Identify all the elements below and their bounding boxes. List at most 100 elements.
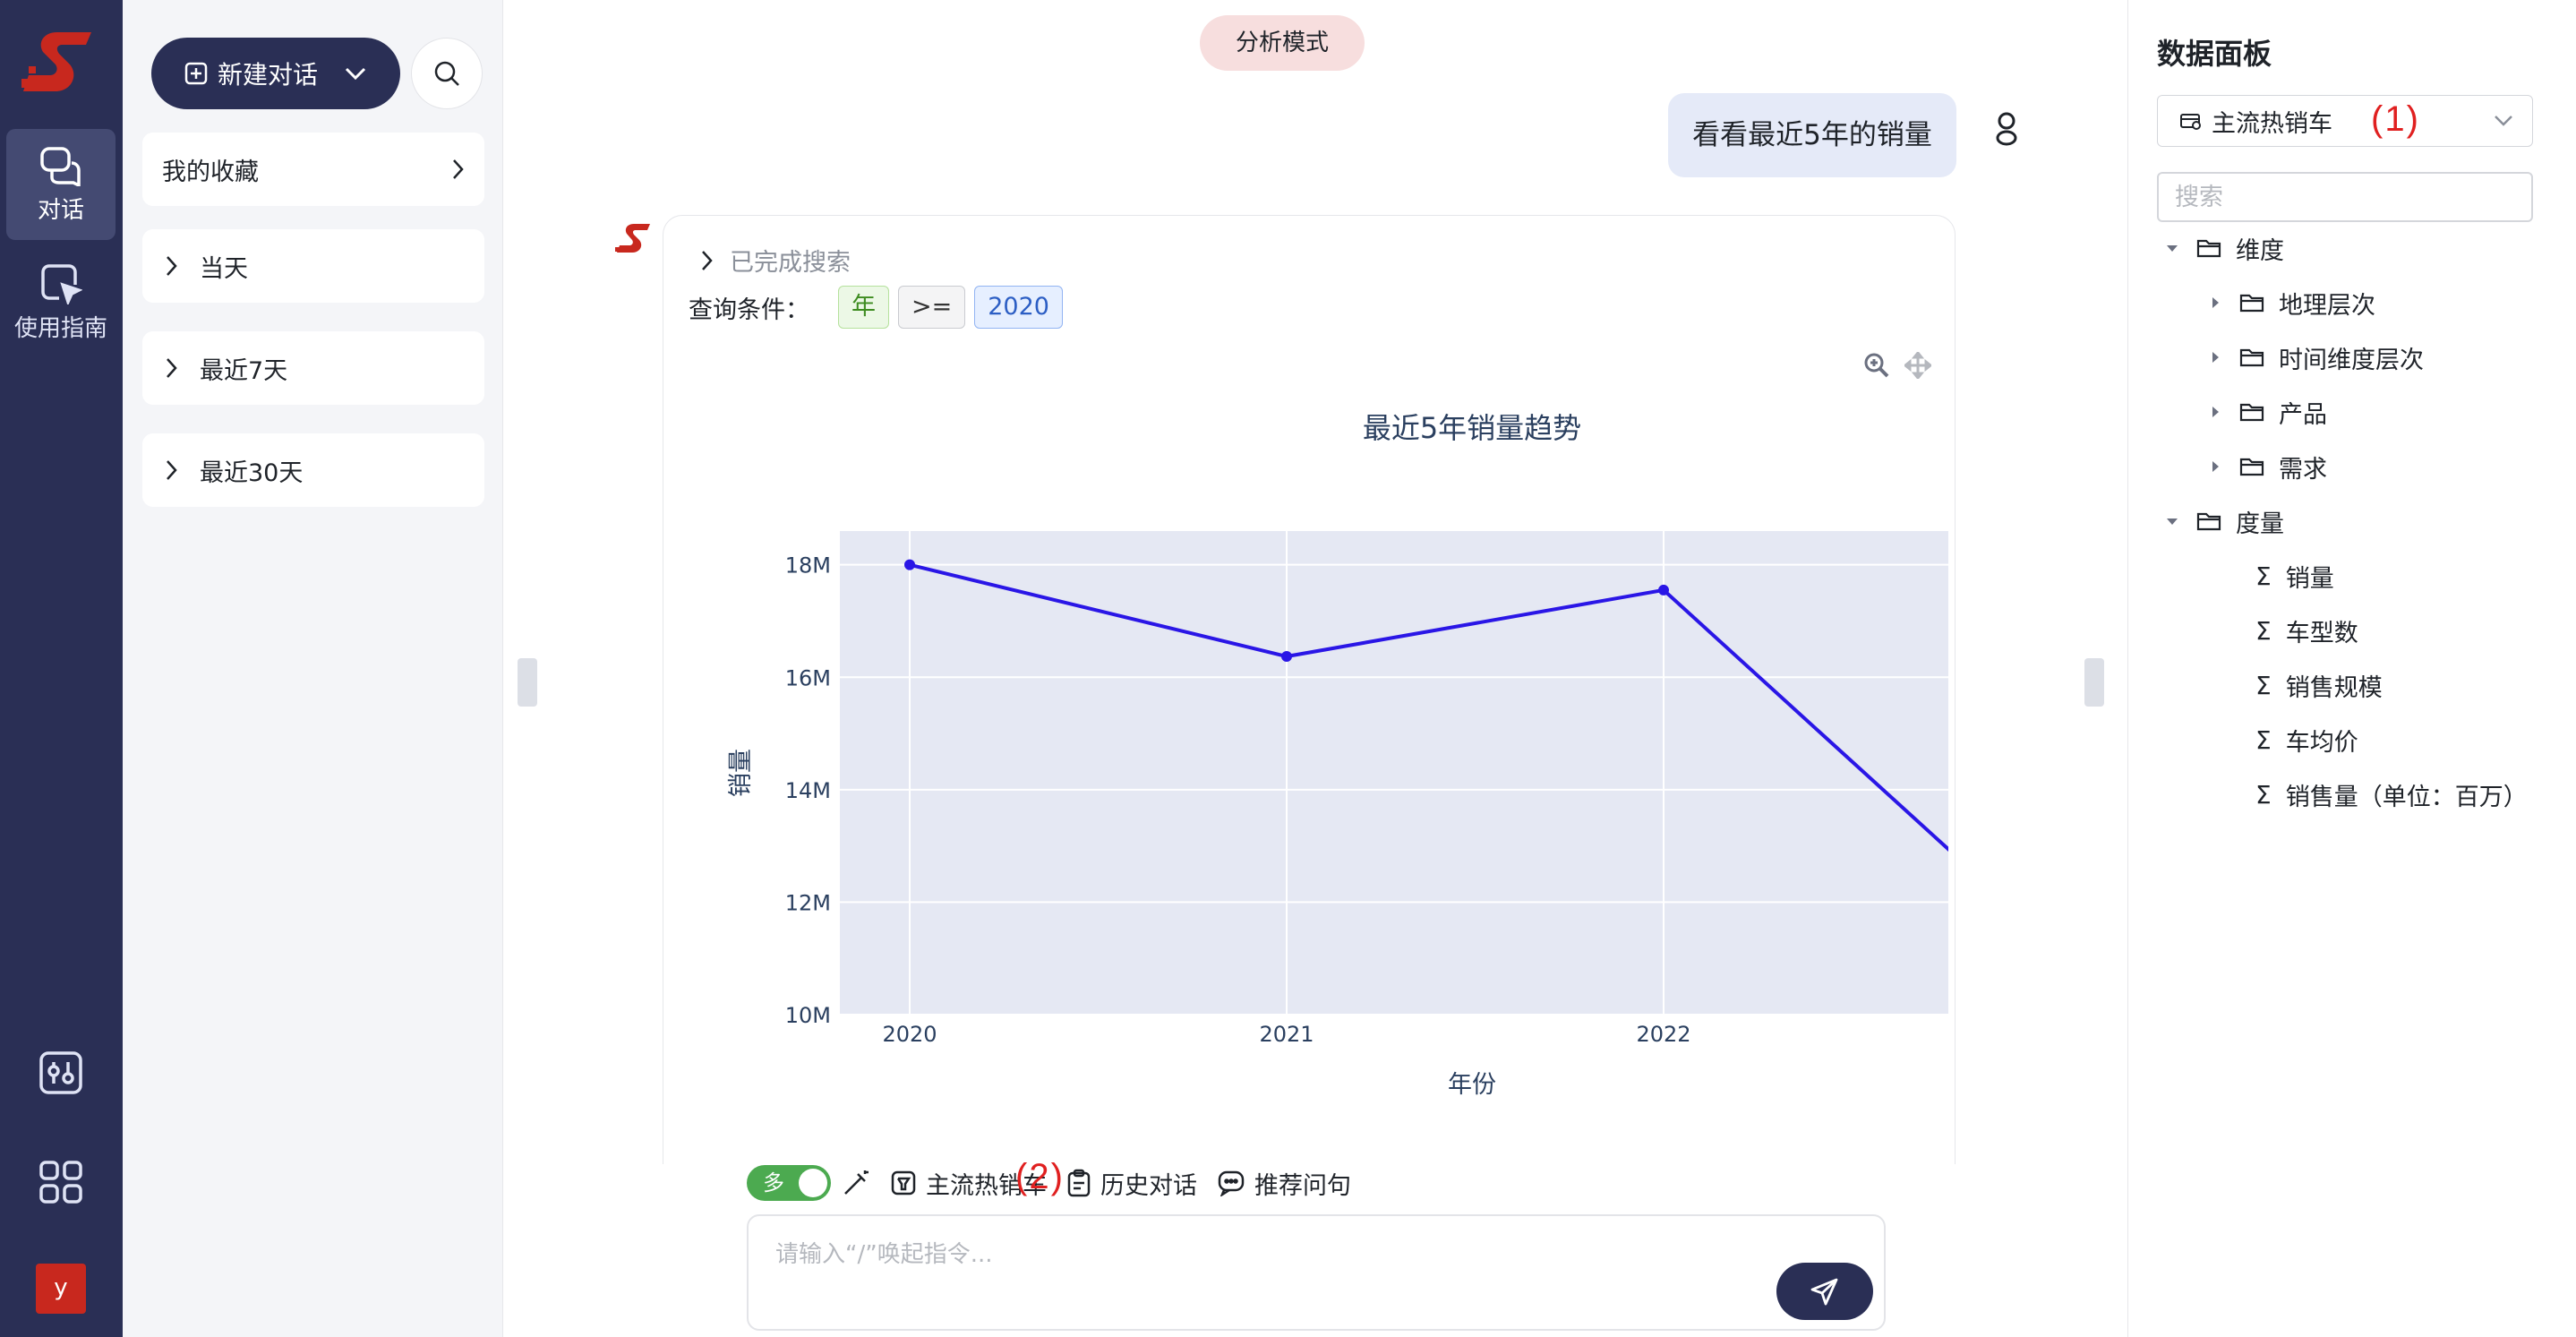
toolbar-history[interactable]: 历史对话	[1066, 1166, 1197, 1201]
search-button[interactable]	[411, 38, 483, 109]
caret-right-icon	[2212, 407, 2219, 417]
favorites-item[interactable]: 我的收藏	[142, 133, 484, 206]
chevron-down-icon	[2495, 116, 2512, 126]
new-chat-label: 新建对话	[217, 60, 318, 90]
toggle-knob	[799, 1169, 827, 1197]
favorites-label: 我的收藏	[162, 158, 259, 186]
chevron-right-icon	[167, 358, 177, 378]
folder-icon	[2196, 512, 2221, 531]
search-status-label: 已完成搜索	[730, 249, 851, 277]
toolbar-item-label: 推荐问句	[1254, 1171, 1351, 1200]
tree-node-dimension[interactable]: 产品	[2207, 394, 2327, 430]
multi-turn-toggle[interactable]: 多	[747, 1165, 831, 1201]
guide-icon	[41, 264, 82, 304]
caret-down-icon	[2167, 519, 2178, 525]
search-icon	[434, 61, 459, 86]
caret-right-icon	[2212, 297, 2219, 308]
query-label: 查询条件：	[689, 296, 809, 324]
tree-node-label: 需求	[2279, 455, 2327, 484]
chevron-right-icon	[453, 159, 464, 179]
tree-node-label: 车型数	[2285, 619, 2358, 647]
tree-node-measures[interactable]: 度量	[2164, 503, 2284, 539]
folder-icon	[2239, 348, 2264, 367]
tree-node-measure[interactable]: Σ 销售规模	[2255, 667, 2383, 703]
history-group-label: 当天	[200, 254, 248, 283]
chart-tools	[1863, 352, 1931, 379]
query-tag-value: 2020	[974, 286, 1063, 329]
panel-title: 数据面板	[2157, 37, 2272, 71]
chat-input[interactable]	[775, 1241, 1671, 1268]
search-status-toggle[interactable]: 已完成搜索	[699, 243, 851, 278]
toggle-label: 多	[763, 1170, 784, 1196]
tree-node-dimension[interactable]: 地理层次	[2207, 285, 2375, 321]
annotation-marker-2: (2)	[1015, 1157, 1065, 1196]
clipboard-icon	[1067, 1169, 1091, 1197]
folder-icon	[2239, 294, 2264, 313]
add-square-icon	[184, 62, 208, 85]
settings-sliders-icon[interactable]	[34, 1046, 88, 1100]
folder-icon	[2239, 458, 2264, 476]
chevron-right-icon	[167, 256, 177, 276]
tree-node-dimensions[interactable]: 维度	[2164, 230, 2284, 266]
answer-card: 已完成搜索 查询条件： 年 >= 2020	[663, 215, 1956, 1164]
nav-item-label: 对话	[37, 197, 84, 224]
sigma-icon: Σ	[2255, 779, 2272, 810]
tree-node-dimension[interactable]: 时间维度层次	[2207, 339, 2424, 375]
annotation-marker-1: (1)	[2371, 99, 2420, 139]
dataset-icon	[2180, 114, 2201, 130]
tree-node-measure[interactable]: Σ 车均价	[2255, 722, 2358, 758]
filter-icon	[891, 1170, 916, 1196]
tree-node-measure[interactable]: Σ 车型数	[2255, 613, 2358, 648]
tree-node-label: 地理层次	[2279, 291, 2375, 320]
caret-right-icon	[2212, 461, 2219, 472]
nav-item-chat[interactable]: 对话	[6, 129, 116, 240]
collapse-sidebar-handle[interactable]	[518, 658, 537, 707]
apps-grid-icon[interactable]	[34, 1155, 88, 1209]
assistant-logo-icon	[615, 224, 650, 253]
pan-icon[interactable]	[1904, 352, 1931, 379]
input-toolbar: 多 主流热销车 (2) 历史对话 推荐问句	[747, 1157, 1351, 1204]
chevron-right-icon	[702, 250, 713, 270]
user-avatar[interactable]: y	[36, 1264, 86, 1314]
nav-item-label: 使用指南	[13, 315, 107, 342]
chevron-down-icon	[345, 67, 366, 81]
query-tag-field: 年	[838, 286, 889, 329]
model-select-value: 主流热销车	[2212, 109, 2332, 138]
new-chat-button[interactable]: 新建对话	[151, 38, 400, 109]
magic-wand-icon[interactable]	[842, 1169, 870, 1197]
tree-node-label: 销量	[2285, 564, 2334, 593]
history-group-today[interactable]: 当天	[142, 229, 484, 303]
toolbar-item-label: 历史对话	[1100, 1171, 1197, 1200]
panel-search-input[interactable]	[2157, 172, 2533, 222]
chat-suggest-icon	[1218, 1170, 1245, 1196]
toolbar-suggestions[interactable]: 推荐问句	[1217, 1166, 1351, 1201]
brand-logo	[21, 32, 91, 91]
nav-item-guide[interactable]: 使用指南	[6, 247, 116, 358]
tree-node-label: 销售量（单位：百万）	[2285, 783, 2528, 811]
chevron-right-icon	[167, 460, 177, 480]
model-select[interactable]: 主流热销车 (1)	[2157, 95, 2533, 147]
history-group-label: 最近7天	[200, 356, 288, 385]
caret-right-icon	[2212, 352, 2219, 363]
sigma-icon: Σ	[2255, 670, 2272, 700]
tree-node-measure[interactable]: Σ 销售量（单位：百万）	[2255, 776, 2542, 812]
history-group-7days[interactable]: 最近7天	[142, 331, 484, 405]
folder-icon	[2239, 403, 2264, 422]
tree-node-dimension[interactable]: 需求	[2207, 449, 2327, 484]
sigma-icon: Σ	[2255, 724, 2272, 755]
chat-input-box	[747, 1214, 1886, 1331]
collapse-panel-handle[interactable]	[2084, 658, 2104, 707]
nav-rail: 对话 使用指南 y	[0, 0, 123, 1337]
tree-node-measure[interactable]: Σ 销量	[2255, 558, 2334, 594]
tree-node-label: 维度	[2236, 236, 2284, 265]
zoom-icon[interactable]	[1863, 352, 1890, 379]
user-icon	[1996, 112, 2017, 146]
chat-bubbles-icon	[40, 147, 81, 186]
send-button[interactable]	[1776, 1263, 1873, 1320]
sigma-icon: Σ	[2255, 561, 2272, 591]
mode-badge: 分析模式	[1200, 15, 1365, 71]
caret-down-icon	[2167, 245, 2178, 252]
tree-node-label: 度量	[2236, 510, 2284, 538]
tree-node-label: 时间维度层次	[2279, 346, 2424, 374]
history-group-30days[interactable]: 最近30天	[142, 433, 484, 507]
